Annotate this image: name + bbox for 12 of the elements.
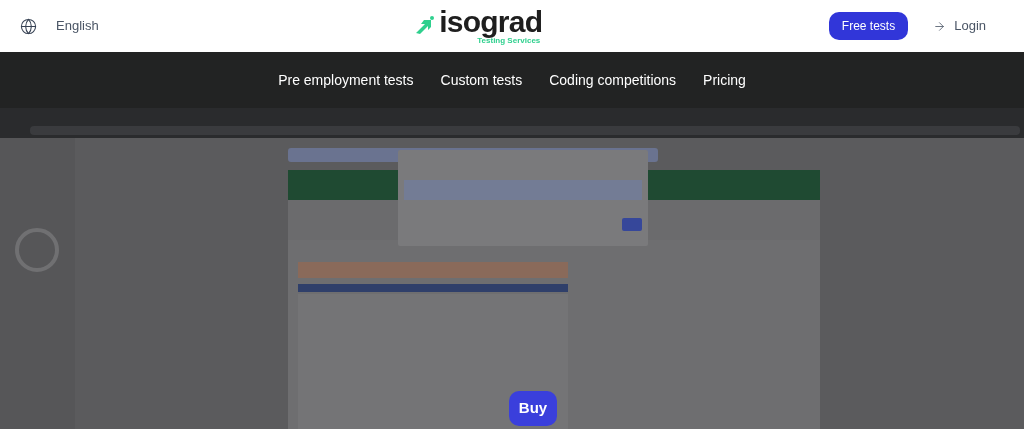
nav-link[interactable]: Pre employment tests (278, 69, 414, 91)
globe-icon[interactable] (20, 17, 37, 35)
nav-link[interactable]: Custom tests (440, 69, 523, 91)
arrow-icon (933, 19, 947, 33)
free-tests-button[interactable]: Free tests (828, 12, 909, 40)
language-selector[interactable]: English (56, 16, 99, 36)
nav-link[interactable]: Coding competitions (549, 69, 677, 91)
logo-icon (415, 15, 436, 34)
logo-wordmark: isograd (439, 7, 543, 36)
buy-button[interactable]: Buy (509, 391, 557, 426)
nav-link[interactable]: Pricing (703, 69, 746, 91)
login-link[interactable]: Login (954, 16, 986, 36)
